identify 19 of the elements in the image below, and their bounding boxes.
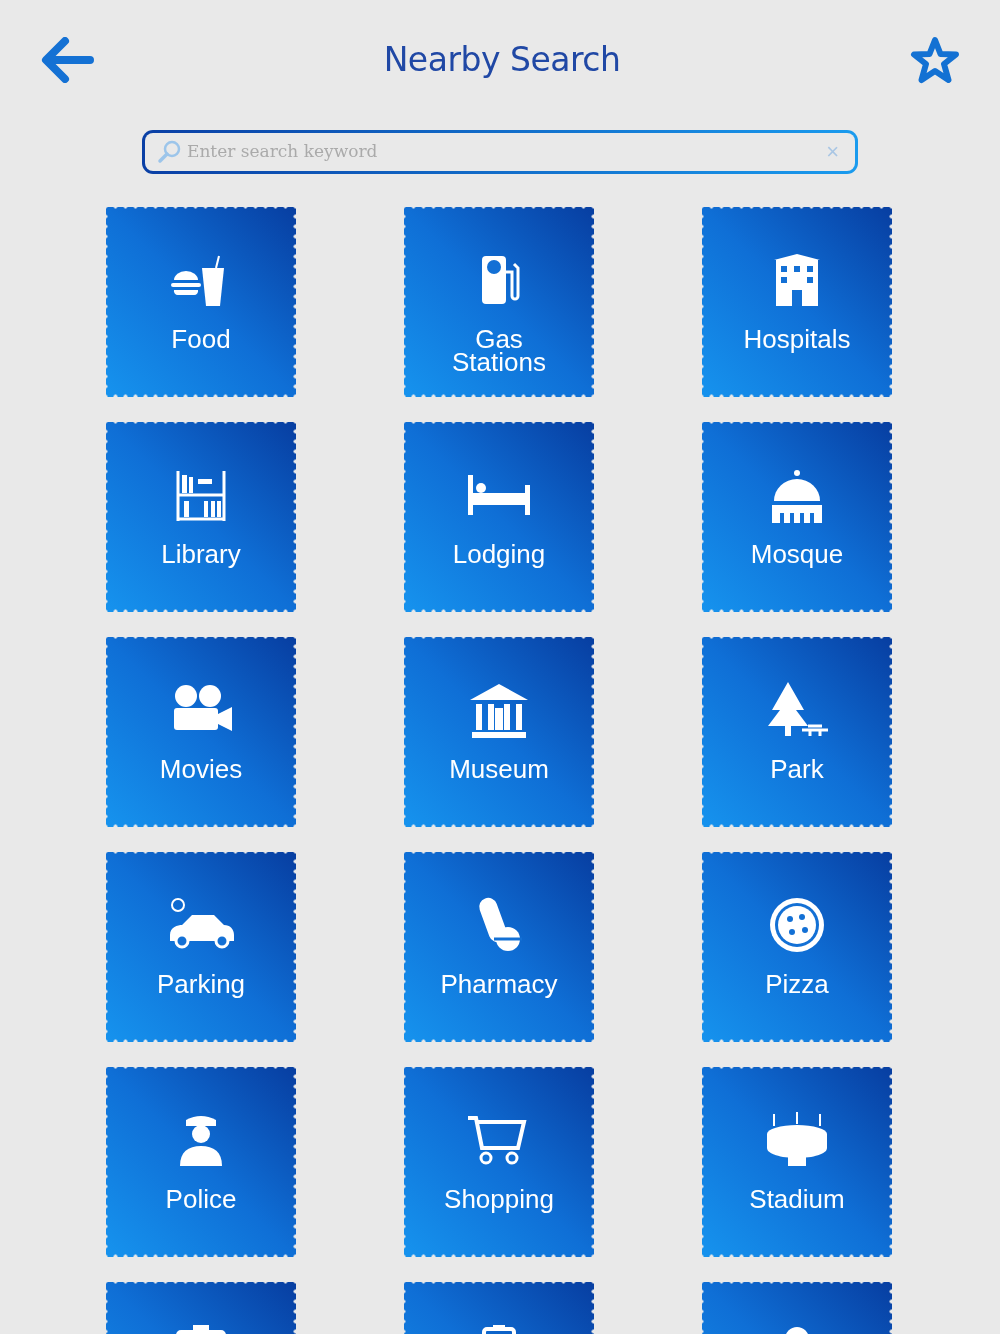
category-tile[interactable]: Park — [702, 637, 892, 827]
category-tile[interactable]: Gas Stations — [404, 207, 594, 397]
category-tile[interactable]: Hospitals — [702, 207, 892, 397]
category-tile[interactable]: Police — [106, 1067, 296, 1257]
category-tile[interactable]: Lodging — [404, 422, 594, 612]
category-tile[interactable]: Museum — [404, 637, 594, 827]
category-tile[interactable]: Shopping — [404, 1067, 594, 1257]
category-tile[interactable]: Pharmacy — [404, 852, 594, 1042]
category-tile[interactable]: Food — [106, 207, 296, 397]
page-title: Nearby Search — [383, 39, 621, 82]
category-tile[interactable]: Stadium — [702, 1067, 892, 1257]
category-tile[interactable]: Pizza — [702, 852, 892, 1042]
search-icon — [157, 139, 183, 165]
star-icon[interactable] — [910, 36, 960, 84]
back-arrow-icon[interactable] — [40, 37, 94, 83]
category-tile[interactable]: Mosque — [702, 422, 892, 612]
category-tile[interactable]: Parking — [106, 852, 296, 1042]
category-tile[interactable]: Library — [106, 422, 296, 612]
category-tile[interactable]: Movies — [106, 637, 296, 827]
